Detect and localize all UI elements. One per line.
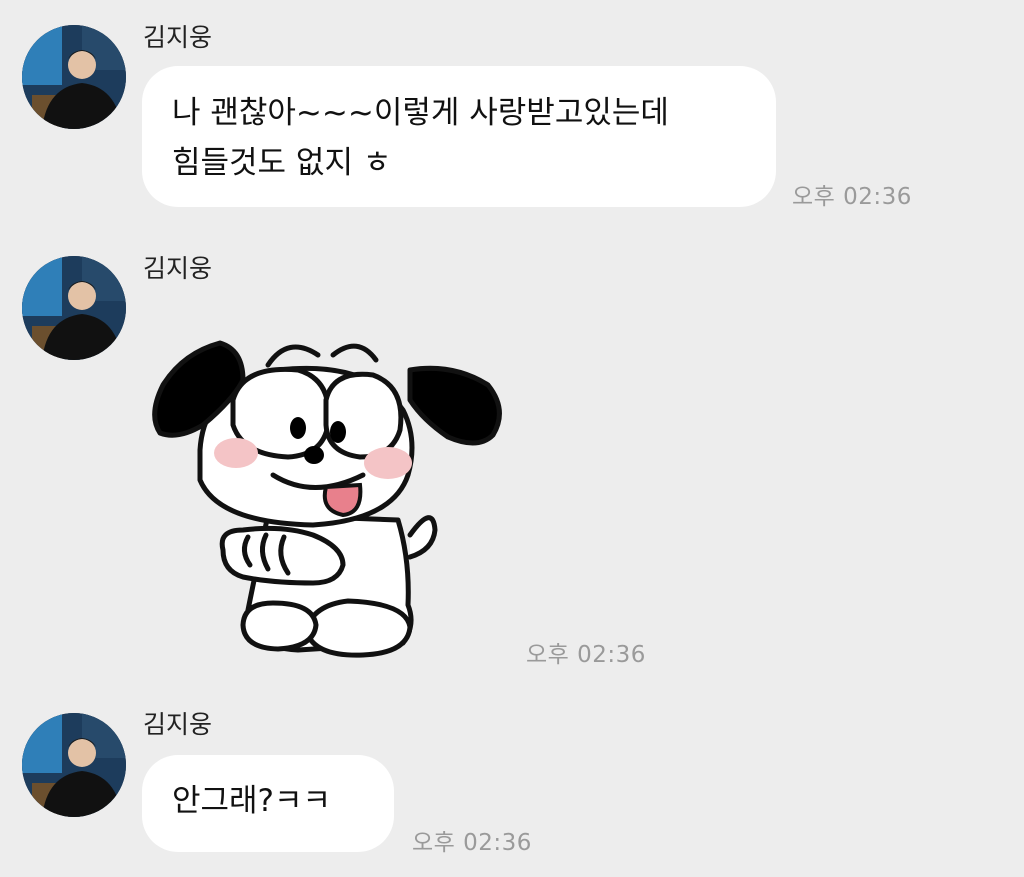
message-text: 안그래?ㅋㅋ [172, 783, 332, 819]
puppy-sticker-icon [152, 340, 502, 658]
avatar-photo-icon [22, 713, 126, 817]
message-time: 오후 02:36 [526, 642, 646, 668]
message-bubble[interactable]: 안그래?ㅋㅋ [142, 755, 394, 852]
message-time: 오후 02:36 [792, 184, 912, 210]
message-bubble[interactable]: 나 괜찮아~~~이렇게 사랑받고있는데 힘들것도 없지 ㅎ [142, 66, 776, 207]
sender-name: 김지웅 [143, 23, 213, 52]
sender-name: 김지웅 [143, 710, 213, 739]
avatar-photo-icon [22, 25, 126, 129]
avatar-photo-icon [22, 256, 126, 360]
message-time: 오후 02:36 [412, 830, 532, 856]
message-text-line-1: 나 괜찮아~~~이렇게 사랑받고있는데 [172, 95, 669, 131]
message-text-line-2: 힘들것도 없지 ㅎ [172, 145, 392, 181]
sender-avatar[interactable] [22, 25, 126, 129]
sender-avatar[interactable] [22, 713, 126, 817]
sender-avatar[interactable] [22, 256, 126, 360]
puppy-sticker[interactable] [148, 325, 508, 669]
sender-name: 김지웅 [143, 254, 213, 283]
